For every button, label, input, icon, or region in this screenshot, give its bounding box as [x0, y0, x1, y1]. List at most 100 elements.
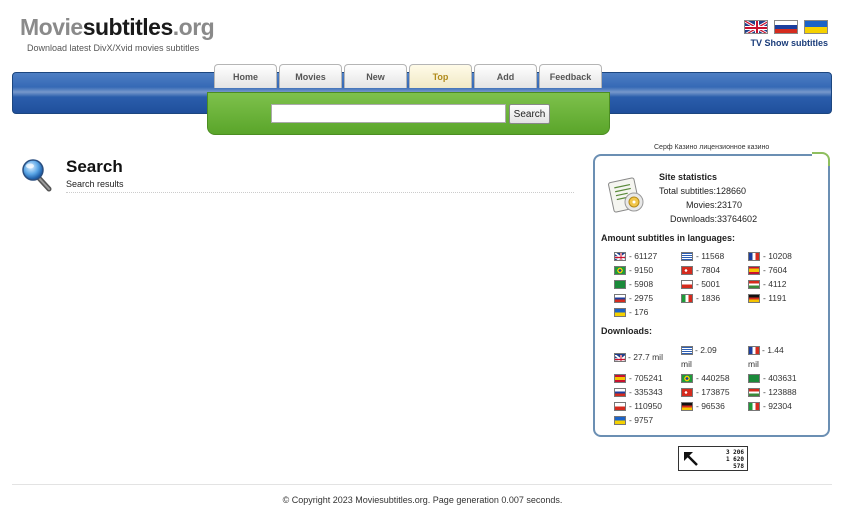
ukraine-flag-icon — [614, 307, 626, 317]
italy-flag-icon — [748, 401, 760, 411]
tab-new[interactable]: New — [344, 64, 407, 88]
lang-item-ar[interactable]: - 5908 — [614, 279, 653, 289]
turkey-flag-icon — [681, 387, 693, 397]
uk-flag-icon — [614, 353, 626, 363]
lang-item-fr[interactable]: - 10208 — [748, 251, 792, 261]
download-item-uk[interactable]: - 27.7 mil — [614, 350, 674, 364]
download-item-tr[interactable]: - 173875 — [681, 387, 730, 397]
russia-flag-icon[interactable] — [774, 20, 798, 34]
counter-line-1: 3 206 — [725, 449, 744, 456]
hungary-flag-icon — [748, 387, 760, 397]
lang-item-pl[interactable]: - 5001 — [681, 279, 720, 289]
lang-item-de[interactable]: - 1191 — [748, 293, 786, 303]
tab-top[interactable]: Top — [409, 64, 472, 88]
italy-flag-icon — [681, 293, 693, 303]
download-count: - 173875 — [696, 387, 730, 397]
saudi-flag-icon — [614, 279, 626, 289]
lang-item-hu[interactable]: - 4112 — [748, 279, 786, 289]
lang-count: - 11568 — [696, 251, 725, 261]
germany-flag-icon — [681, 401, 693, 411]
uk-flag-icon — [614, 251, 626, 261]
magnifier-icon — [22, 159, 52, 192]
lang-count: - 4112 — [763, 279, 787, 289]
tab-feedback[interactable]: Feedback — [539, 64, 602, 88]
download-count: - 335343 — [629, 387, 663, 397]
site-logo[interactable]: Moviesubtitles.org — [20, 14, 215, 41]
download-item-ar[interactable]: - 403631 — [748, 373, 797, 383]
download-item-ru[interactable]: - 335343 — [614, 387, 663, 397]
lang-item-uk[interactable]: - 61127 — [614, 251, 657, 261]
lang-item-br[interactable]: - 9150 — [614, 265, 653, 275]
lang-count: - 1836 — [696, 293, 721, 303]
lang-count: - 5908 — [629, 279, 654, 289]
arrow-up-left-icon — [684, 452, 698, 466]
download-item-it[interactable]: - 92304 — [748, 401, 792, 411]
language-switcher — [744, 20, 828, 34]
visit-counter[interactable]: 3 206 1 620 578 — [678, 446, 748, 471]
download-item-pl[interactable]: - 110950 — [614, 401, 662, 411]
download-count: - 92304 — [763, 401, 792, 411]
lang-count: - 2975 — [629, 293, 654, 303]
download-count: - 440258 — [696, 373, 730, 383]
site-statistics-title: Site statistics — [659, 172, 718, 182]
lang-item-tr[interactable]: - 7804 — [681, 265, 720, 275]
france-flag-icon — [748, 346, 760, 356]
page-subtitle: Search results — [66, 179, 124, 189]
spain-flag-icon — [614, 373, 626, 383]
languages-heading: Amount subtitles in languages: — [601, 233, 736, 243]
total-subtitles-stat: Total subtitles:128660 — [659, 186, 747, 196]
spain-flag-icon — [748, 265, 760, 275]
search-button[interactable]: Search — [509, 104, 550, 124]
russia-flag-icon — [614, 293, 626, 303]
panel-corner-decoration — [812, 152, 830, 166]
title-divider — [66, 192, 574, 193]
lang-count: - 176 — [629, 307, 649, 317]
tv-show-subtitles-link[interactable]: TV Show subtitles — [750, 38, 828, 48]
download-count: - 96536 — [696, 401, 725, 411]
lang-item-ru[interactable]: - 2975 — [614, 293, 653, 303]
download-item-gr[interactable]: - 2.09 mil — [681, 343, 729, 371]
greece-flag-icon — [681, 346, 693, 356]
germany-flag-icon — [748, 293, 760, 303]
download-item-es[interactable]: - 705241 — [614, 373, 663, 383]
greece-flag-icon — [681, 251, 693, 261]
footer-copyright: © Copyright 2023 Moviesubtitles.org. Pag… — [282, 495, 563, 505]
ukraine-flag-icon — [614, 415, 626, 425]
downloads-heading: Downloads: — [601, 326, 652, 336]
download-item-fr[interactable]: - 1.44 mil — [748, 343, 796, 371]
france-flag-icon — [748, 251, 760, 261]
download-item-ua[interactable]: - 9757 — [614, 415, 653, 425]
lang-item-it[interactable]: - 1836 — [681, 293, 720, 303]
site-tagline: Download latest DivX/Xvid movies subtitl… — [27, 43, 200, 53]
main-nav: Home Movies New Top Add Feedback — [214, 64, 602, 88]
download-item-hu[interactable]: - 123888 — [748, 387, 797, 397]
lang-count: - 61127 — [629, 251, 658, 261]
downloads-stat: Downloads:33764602 — [670, 214, 758, 224]
download-item-de[interactable]: - 96536 — [681, 401, 725, 411]
search-input[interactable] — [271, 104, 506, 123]
lang-item-gr[interactable]: - 11568 — [681, 251, 724, 261]
tab-add[interactable]: Add — [474, 64, 537, 88]
ad-link[interactable]: Серф Казино лицензионное казино — [654, 144, 769, 151]
tab-home[interactable]: Home — [214, 64, 277, 88]
counter-line-2: 1 620 — [725, 456, 744, 463]
lang-item-es[interactable]: - 7604 — [748, 265, 787, 275]
logo-part-movie: Movie — [20, 14, 83, 40]
statistics-document-icon — [608, 177, 644, 213]
ukraine-flag-icon[interactable] — [804, 20, 828, 34]
download-count: - 9757 — [629, 415, 654, 425]
lang-item-ua[interactable]: - 176 — [614, 307, 648, 317]
download-count: - 27.7 mil — [628, 352, 663, 362]
logo-part-subtitles: subtitles — [82, 14, 174, 40]
lang-count: - 7804 — [696, 265, 721, 275]
download-count: - 403631 — [763, 373, 797, 383]
russia-flag-icon — [614, 387, 626, 397]
counter-line-3: 578 — [733, 463, 744, 470]
uk-flag-icon[interactable] — [744, 20, 768, 34]
tab-movies[interactable]: Movies — [279, 64, 342, 88]
download-item-br[interactable]: - 440258 — [681, 373, 730, 383]
brazil-flag-icon — [614, 265, 626, 275]
footer-divider — [12, 484, 832, 485]
brazil-flag-icon — [681, 373, 693, 383]
lang-count: - 1191 — [763, 293, 787, 303]
